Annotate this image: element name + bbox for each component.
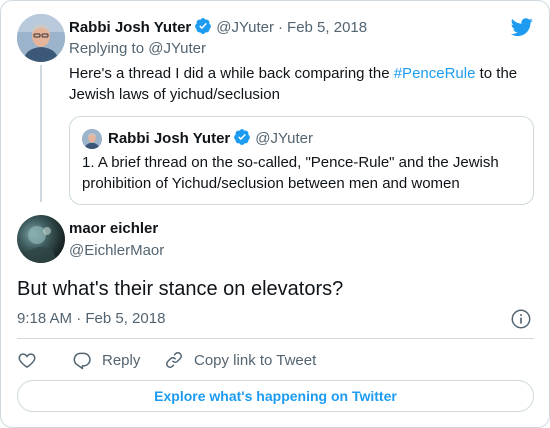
avatar-portrait — [25, 226, 56, 263]
replying-to-handle[interactable]: @JYuter — [148, 40, 206, 57]
link-icon — [166, 352, 182, 368]
avatar[interactable] — [17, 215, 65, 263]
reply-icon — [73, 352, 91, 370]
author-name[interactable]: maor eichler — [69, 219, 158, 239]
verified-badge-icon — [234, 129, 251, 145]
quoted-avatar — [82, 129, 102, 149]
avatar-portrait — [82, 129, 102, 149]
divider — [17, 338, 534, 339]
tweet-embed-card: Rabbi Josh Yuter @JYuter · Feb 5, 2018 Repl… — [0, 0, 550, 428]
explore-twitter-button[interactable]: Explore what's happening on Twitter — [17, 380, 534, 412]
hashtag-link[interactable]: #PenceRule — [394, 65, 476, 82]
verified-badge-icon — [195, 18, 212, 34]
quoted-tweet-header: Rabbi Josh Yuter @JYuter — [108, 128, 313, 149]
avatar[interactable] — [17, 14, 65, 62]
info-icon[interactable] — [510, 308, 532, 330]
parent-tweet-text: Here's a thread I did a while back compa… — [69, 63, 529, 105]
twitter-bird-icon[interactable] — [510, 16, 534, 38]
replying-to-line: Replying to @JYuter — [69, 39, 206, 59]
heart-icon — [18, 353, 36, 368]
thread-connector-line — [40, 65, 42, 202]
copy-link-button[interactable]: Copy link to Tweet — [164, 347, 316, 373]
avatar-portrait — [17, 14, 65, 62]
author-handle[interactable]: @EichlerMaor — [69, 241, 164, 261]
tweet-timestamp[interactable]: 9:18 AM · Feb 5, 2018 — [17, 309, 165, 329]
like-button[interactable] — [17, 347, 37, 373]
reply-label: Reply — [102, 351, 141, 369]
tweet-date[interactable]: Feb 5, 2018 — [287, 19, 367, 36]
copy-link-label: Copy link to Tweet — [194, 351, 317, 369]
quoted-tweet[interactable]: Rabbi Josh Yuter @JYuter 1. A brief threa… — [69, 116, 534, 205]
author-handle[interactable]: @JYuter — [216, 19, 274, 36]
replying-to-prefix: Replying to — [69, 40, 145, 57]
quoted-author-name: Rabbi Josh Yuter — [108, 130, 231, 147]
reply-button[interactable]: Reply — [72, 347, 140, 373]
main-tweet-text: But what's their stance on elevators? — [17, 278, 344, 300]
quoted-tweet-text: 1. A brief thread on the so-called, "Pen… — [82, 154, 499, 192]
quoted-author-handle: @JYuter — [255, 130, 314, 147]
author-name[interactable]: Rabbi Josh Yuter — [69, 19, 191, 36]
parent-text-before: Here's a thread I did a while back compa… — [69, 65, 394, 82]
separator-dot: · — [278, 19, 284, 36]
parent-tweet-header: Rabbi Josh Yuter @JYuter · Feb 5, 2018 — [69, 17, 367, 38]
